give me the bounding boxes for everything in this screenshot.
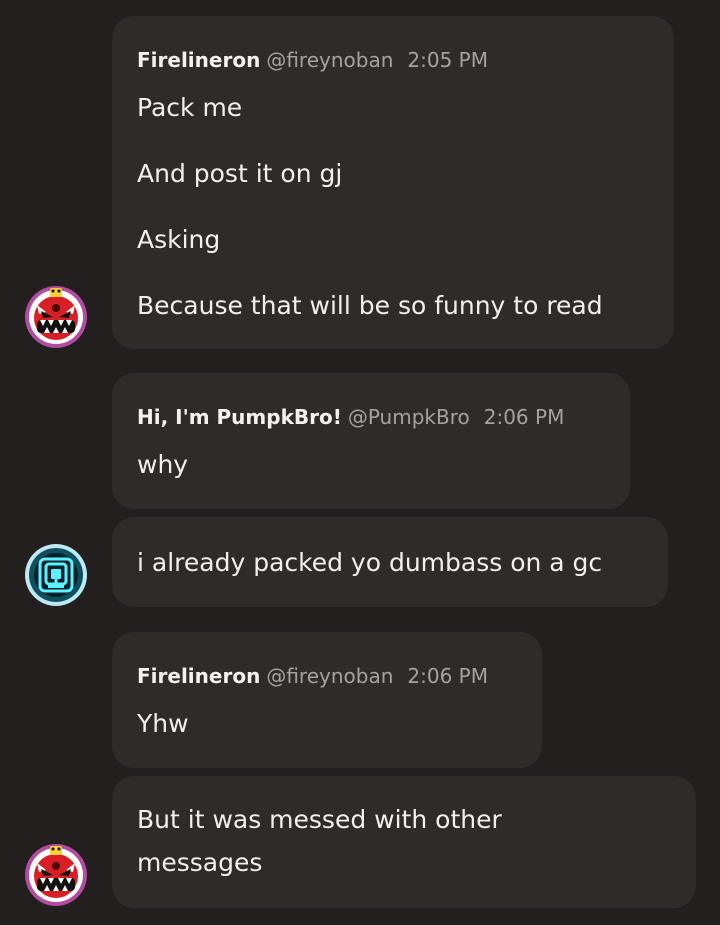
demon-face-icon	[25, 844, 87, 906]
message-text: i already packed yo dumbass on a gc	[137, 548, 603, 577]
author-name[interactable]: Hi, I'm PumpkBro!	[137, 405, 342, 429]
message-bubble-firelineron-2[interactable]: Firelineron @fireynoban 2:06 PM Yhw	[112, 632, 542, 768]
message-timestamp: 2:05 PM	[407, 48, 488, 72]
pumpkbro-avatar[interactable]	[24, 543, 88, 607]
author-handle[interactable]: @fireynoban	[266, 48, 393, 72]
author-name[interactable]: Firelineron	[137, 48, 260, 72]
message-text: Because that will be so funny to read	[137, 291, 603, 320]
author-name[interactable]: Firelineron	[137, 664, 260, 688]
message-header: Hi, I'm PumpkBro! @PumpkBro 2:06 PM	[137, 404, 564, 430]
message-text: And post it on gj	[137, 159, 343, 188]
firelineron-avatar[interactable]	[24, 285, 88, 349]
message-header: Firelineron @fireynoban 2:05 PM	[137, 47, 488, 73]
author-handle[interactable]: @PumpkBro	[348, 405, 470, 429]
message-timestamp: 2:06 PM	[483, 405, 565, 429]
firelineron-avatar[interactable]	[24, 843, 88, 907]
message-text: Pack me	[137, 93, 243, 122]
message-header: Firelineron @fireynoban 2:06 PM	[137, 663, 488, 689]
message-bubble-firelineron-1[interactable]: Firelineron @fireynoban 2:05 PM Pack me An…	[112, 16, 674, 349]
message-text: messages	[137, 848, 263, 877]
message-text: why	[137, 450, 189, 479]
message-bubble-pumpkbro-1[interactable]: Hi, I'm PumpkBro! @PumpkBro 2:06 PM why	[112, 373, 630, 509]
message-bubble-pumpkbro-2[interactable]: i already packed yo dumbass on a gc	[112, 517, 668, 607]
message-bubble-firelineron-3[interactable]: But it was messed with other messages	[112, 776, 696, 908]
message-text: Asking	[137, 225, 221, 254]
message-text: But it was messed with other	[137, 805, 502, 834]
demon-face-icon	[25, 286, 87, 348]
message-timestamp: 2:06 PM	[407, 664, 488, 688]
author-handle[interactable]: @fireynoban	[266, 664, 393, 688]
message-text: Yhw	[137, 709, 189, 738]
cyan-square-badge-icon	[25, 544, 87, 606]
